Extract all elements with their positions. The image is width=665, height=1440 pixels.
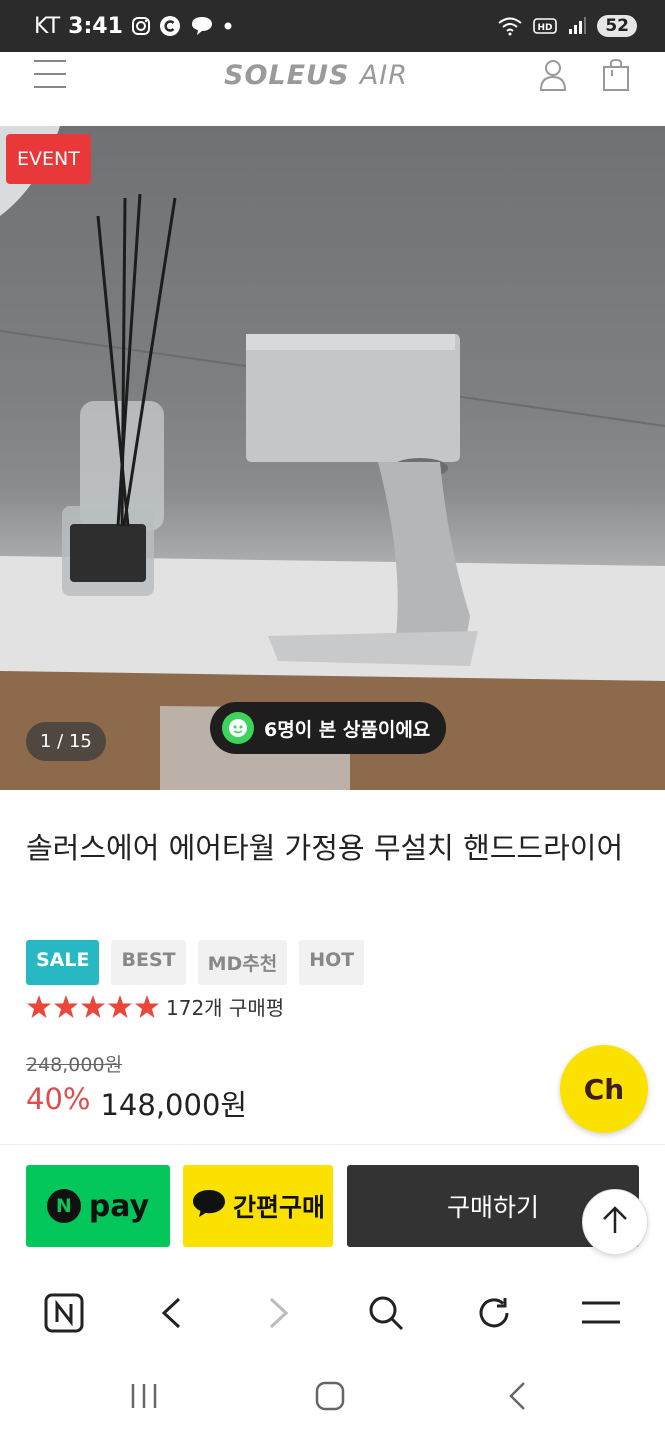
signal-icon — [567, 16, 587, 36]
chevron-right-icon — [268, 1296, 290, 1334]
refresh-button[interactable] — [464, 1285, 524, 1345]
star-icon — [108, 994, 132, 1018]
forward-button[interactable] — [249, 1285, 309, 1345]
review-count: 172개 구매평 — [166, 996, 285, 1020]
hamburger-menu-icon[interactable] — [34, 60, 66, 88]
tag-best: BEST — [111, 940, 186, 985]
viewers-text: 6명이 본 상품이에요 — [264, 718, 431, 741]
star-icon — [27, 994, 51, 1018]
product-title: 솔러스에어 에어타월 가정용 무설치 핸드드라이어 — [26, 831, 624, 865]
home-square-icon — [314, 1380, 346, 1416]
kakao-channel-button[interactable]: Ch — [560, 1045, 648, 1133]
purchase-bar: N pay 간편구매 구매하기 — [0, 1144, 665, 1270]
status-right: HD 52 — [497, 15, 637, 37]
original-price: 248,000원 — [26, 1054, 123, 1076]
kakao-quick-buy-button[interactable]: 간편구매 — [183, 1165, 333, 1247]
tag-md-pick: MD추천 — [197, 940, 288, 985]
status-left: KT 3:41 — [34, 14, 233, 39]
recent-apps-button[interactable] — [119, 1378, 169, 1418]
naver-home-button[interactable] — [34, 1285, 94, 1345]
menu-lines-icon — [581, 1300, 621, 1330]
battery-level: 52 — [597, 15, 637, 37]
smile-face-icon — [222, 712, 254, 744]
chevron-left-icon — [160, 1296, 182, 1334]
price-row: 40% 148,000원 — [26, 1082, 247, 1124]
clock: 3:41 — [68, 13, 123, 39]
c-app-icon — [159, 15, 181, 37]
back-button[interactable] — [141, 1285, 201, 1345]
refresh-icon — [476, 1295, 512, 1335]
status-bar: KT 3:41 HD 52 — [0, 0, 665, 52]
shopping-bag-icon[interactable] — [602, 58, 630, 96]
instagram-icon — [131, 16, 151, 36]
chat-app-icon — [189, 15, 215, 37]
product-tags: SALE BEST MD추천 HOT — [26, 940, 365, 985]
user-icon[interactable] — [538, 58, 568, 96]
kakao-channel-label: Ch — [583, 1072, 625, 1106]
browser-toolbar — [0, 1272, 665, 1358]
logo-sub-text: AIR — [359, 60, 409, 91]
carrier-label: KT — [34, 13, 61, 39]
speech-bubble-icon — [191, 1188, 227, 1224]
star-rating — [26, 994, 160, 1020]
scroll-to-top-button[interactable] — [582, 1189, 648, 1255]
sale-price: 148,000원 — [100, 1088, 248, 1122]
image-counter: 1 / 15 — [26, 722, 106, 761]
kakao-quick-buy-label: 간편구매 — [232, 1193, 325, 1222]
arrow-up-icon — [601, 1205, 629, 1239]
hd-voice-icon: HD — [533, 16, 558, 36]
viewers-badge: 6명이 본 상품이에요 — [210, 702, 447, 754]
search-button[interactable] — [356, 1285, 416, 1345]
svg-text:HD: HD — [538, 23, 553, 33]
site-header: SOLEUS AIR — [0, 52, 665, 126]
event-badge: EVENT — [6, 134, 91, 184]
system-back-button[interactable] — [492, 1378, 542, 1418]
naver-n-box-icon — [44, 1293, 84, 1337]
notification-dot-icon — [223, 21, 233, 31]
naver-pay-button[interactable]: N pay — [26, 1165, 170, 1247]
brand-logo[interactable]: SOLEUS AIR — [224, 60, 408, 91]
naver-pay-label: pay — [88, 1188, 150, 1224]
tag-sale: SALE — [26, 940, 100, 985]
buy-button-label: 구매하기 — [446, 1193, 539, 1222]
naver-n-icon: N — [46, 1189, 81, 1223]
logo-main-text: SOLEUS — [224, 60, 350, 91]
wifi-icon — [497, 16, 523, 36]
search-icon — [367, 1294, 405, 1336]
rating-row[interactable]: 172개 구매평 — [26, 992, 284, 1021]
product-photo — [0, 126, 665, 790]
star-icon — [135, 994, 159, 1018]
back-chevron-icon — [506, 1380, 528, 1416]
home-button[interactable] — [305, 1378, 355, 1418]
star-icon — [54, 994, 78, 1018]
recent-apps-icon — [129, 1382, 159, 1414]
tag-hot: HOT — [299, 940, 365, 985]
system-nav-bar — [0, 1358, 665, 1440]
browser-menu-button[interactable] — [571, 1285, 631, 1345]
product-image-carousel[interactable]: EVENT 1 / 15 6명이 본 상품이에요 — [0, 126, 665, 790]
discount-rate: 40% — [26, 1082, 91, 1116]
star-icon — [81, 994, 105, 1018]
